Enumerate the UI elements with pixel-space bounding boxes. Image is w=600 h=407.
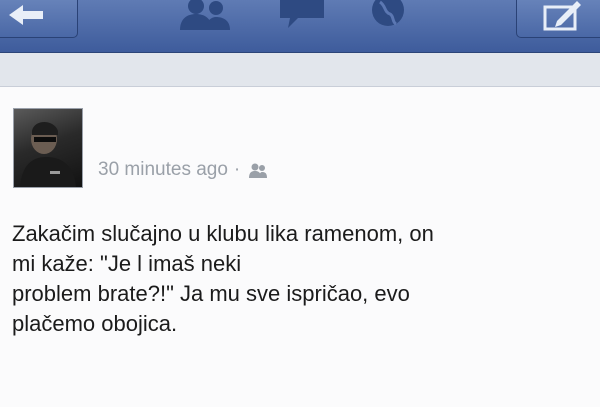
back-button[interactable] <box>0 0 78 38</box>
post-timestamp[interactable]: 30 minutes ago <box>98 159 228 181</box>
post-message: Zakačim slučajno u klubu lika ramenom, o… <box>12 219 582 339</box>
top-navigation-bar <box>0 0 600 53</box>
post-message-line: Zakačim slučajno u klubu lika ramenom, o… <box>12 221 434 246</box>
post-message-line: problem brate?!" Ja mu sve ispričao, evo <box>12 281 410 306</box>
notifications-globe-icon[interactable] <box>366 0 410 30</box>
friends-audience-icon[interactable] <box>248 162 268 178</box>
feed-gap <box>0 53 600 86</box>
compose-button[interactable] <box>516 0 600 38</box>
avatar[interactable] <box>13 108 83 188</box>
profile-photo-icon <box>20 122 76 187</box>
post-message-line: mi kaže: "Je l imaš neki <box>12 251 242 276</box>
compose-icon <box>543 1 581 31</box>
metadata-separator: · <box>233 159 241 180</box>
post-message-line: plačemo obojica. <box>12 311 178 336</box>
back-arrow-icon <box>9 5 43 25</box>
friend-requests-icon[interactable] <box>176 0 234 30</box>
post-metadata: 30 minutes ago · <box>98 157 268 183</box>
messages-icon[interactable] <box>276 0 328 30</box>
